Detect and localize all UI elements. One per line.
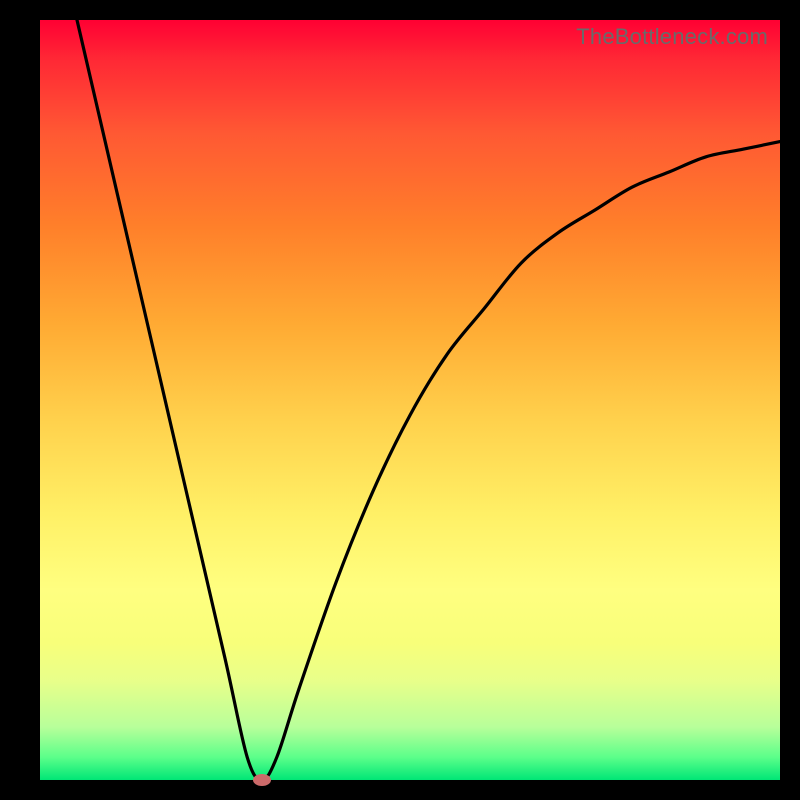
optimal-point-marker: [253, 774, 271, 786]
watermark-text: TheBottleneck.com: [576, 24, 768, 50]
chart-frame: TheBottleneck.com: [0, 0, 800, 800]
bottleneck-curve: [40, 20, 780, 780]
plot-area: TheBottleneck.com: [40, 20, 780, 780]
